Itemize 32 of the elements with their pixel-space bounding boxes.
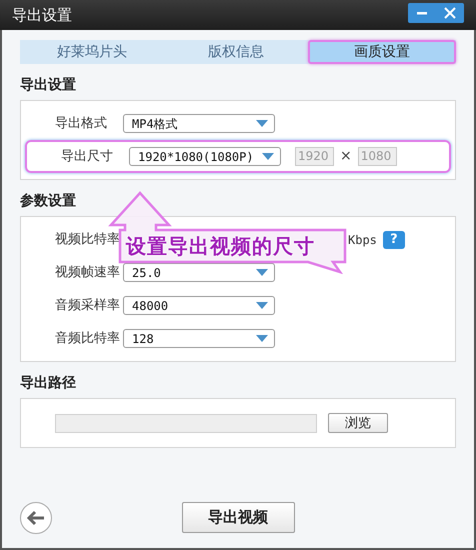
caret-icon <box>262 153 274 160</box>
window-title: 导出设置 <box>12 4 72 26</box>
browse-button[interactable]: 浏览 <box>328 413 388 433</box>
field-label: 导出尺寸 <box>61 148 114 166</box>
field-label: 导出格式 <box>55 114 108 133</box>
caret-icon <box>256 335 268 342</box>
caret-icon <box>256 269 268 276</box>
export-button[interactable]: 导出视频 <box>182 502 294 533</box>
field-label: 视频比特率 <box>55 230 117 249</box>
dropdown[interactable]: 1920*1080(1080P) <box>129 147 281 166</box>
caret-icon <box>256 120 268 127</box>
back-button[interactable] <box>20 502 52 534</box>
section-title: 参数设置 <box>20 192 77 210</box>
dropdown[interactable]: 25.0 <box>123 263 275 282</box>
callout-text: 设置导出视频的尺寸 <box>126 233 315 260</box>
field-label: 视频帧速率 <box>55 264 117 282</box>
tab[interactable]: 画质设置 <box>308 40 456 64</box>
arrow-left-icon <box>26 510 46 526</box>
tab[interactable]: 版权信息 <box>164 40 308 64</box>
caret-icon <box>256 302 268 309</box>
dropdown[interactable]: MP4格式 <box>123 114 275 133</box>
close-icon <box>444 7 456 19</box>
section-title: 导出设置 <box>20 76 77 94</box>
field-label: 音频采样率 <box>55 296 117 315</box>
unit-label: Kbps <box>348 232 377 248</box>
path-field[interactable] <box>55 414 317 432</box>
dropdown[interactable]: 48000 <box>123 296 275 315</box>
dropdown[interactable]: 128 <box>123 329 275 348</box>
times-sign: × <box>340 147 352 166</box>
tab[interactable]: 好莱坞片头 <box>20 40 164 64</box>
section-title: 导出路径 <box>20 374 77 392</box>
field-label: 音频比特率 <box>55 330 117 348</box>
